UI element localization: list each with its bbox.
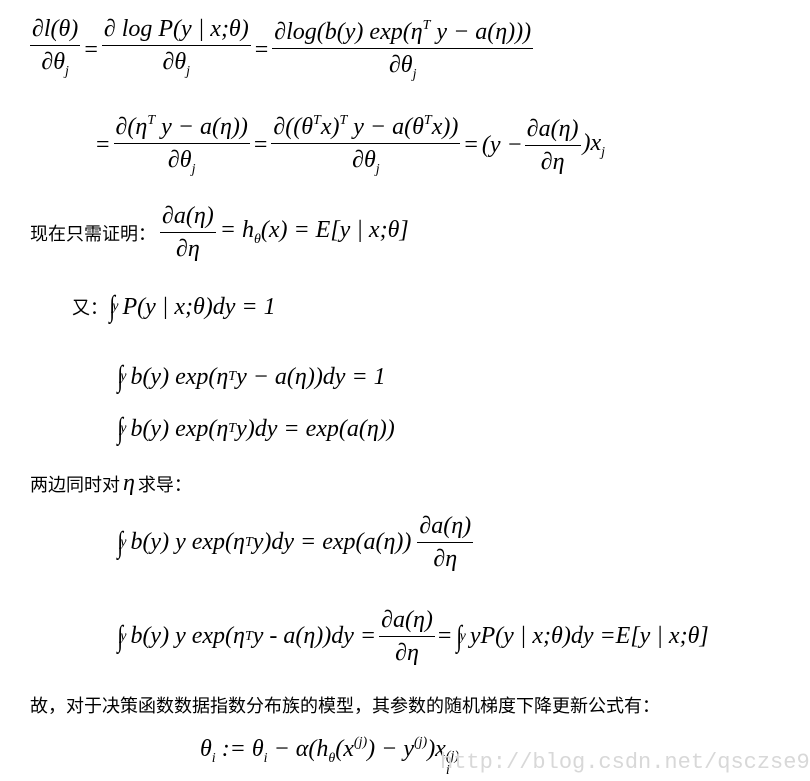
fraction-eta-dtheta: ∂(ηT y − a(η)) ∂θj	[113, 107, 250, 184]
line-differentiate-statement: 两边同时对 η 求导：	[30, 470, 192, 496]
integral-sign: ∫	[117, 360, 123, 393]
equation-2: = ∂(ηT y − a(η)) ∂θj = ∂((θTx)T y − a(θT…	[92, 107, 605, 184]
line-integral-b-exp: ∫ y b(y) exp(η T y − a(η))dy = 1	[117, 360, 386, 393]
equation-1: ∂l(θ) ∂θj = ∂ log P(y | x;θ) ∂θj = ∂log(…	[30, 12, 534, 89]
integral-sign: ∫	[109, 290, 115, 323]
line-expectation-result: ∫ y b(y) y exp(η T y - a(η))dy = ∂a(η) ∂η…	[117, 607, 709, 666]
integral-sign: ∫	[117, 619, 123, 653]
equation-sgd-update: θi := θi − α(hθ(x(j)) − y(j))x (j) i	[200, 735, 460, 778]
fraction-dlogP-dtheta: ∂ log P(y | x;θ) ∂θj	[101, 16, 251, 79]
fraction-da-deta: ∂a(η) ∂η	[417, 513, 474, 572]
line-integral-P: 又： ∫ y P(y | x;θ)dy = 1	[72, 290, 276, 323]
line-conclusion-statement: 故，对于决策函数数据指数分布族的模型，其参数的随机梯度下降更新公式有：	[30, 696, 660, 717]
fraction-da-deta: ∂a(η) ∂η	[524, 116, 581, 175]
fraction-da-deta: ∂a(η) ∂η	[160, 203, 216, 262]
watermark: http://blog.csdn.net/qsczse943062710	[440, 750, 810, 775]
integral-sign: ∫	[456, 619, 463, 653]
fraction-dlog-exp-dtheta: ∂log(b(y) exp(ηT y − a(η))) ∂θj	[272, 12, 534, 89]
fraction-da-deta: ∂a(η) ∂η	[379, 607, 435, 666]
line-prove-statement: 现在只需证明： ∂a(η) ∂η = hθ(x) = E[y | x;θ]	[30, 203, 409, 262]
fraction-dl-dtheta: ∂l(θ) ∂θj	[30, 16, 81, 79]
line-derivative-result: ∫ y b(y) y exp(η T y)dy = exp(a(η)) ∂a(η)…	[117, 513, 474, 572]
integral-sign: ∫	[117, 525, 123, 559]
integral-sign: ∫	[117, 412, 123, 445]
line-integral-exp-a: ∫ y b(y) exp(η T y)dy = exp(a(η))	[117, 412, 395, 445]
fraction-thetaT-x-dtheta: ∂((θTx)T y − a(θTx)) ∂θj	[271, 107, 461, 184]
